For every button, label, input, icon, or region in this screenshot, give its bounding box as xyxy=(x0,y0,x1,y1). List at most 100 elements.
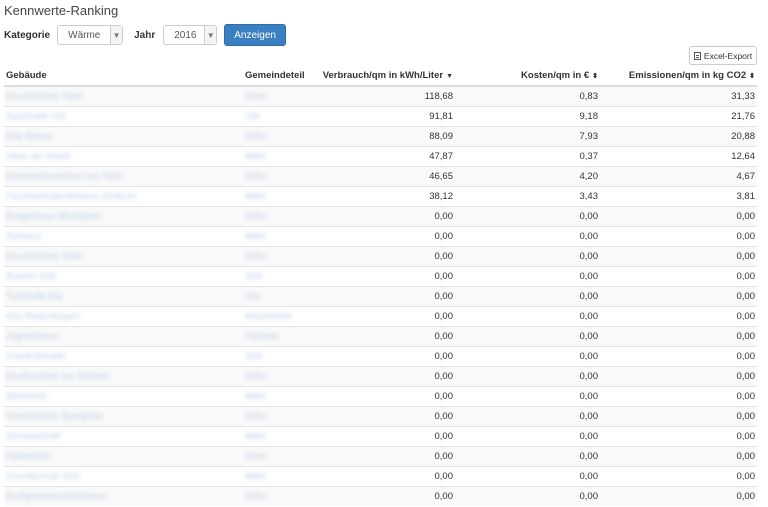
building-link[interactable]: Musikschule am Schloss xyxy=(6,371,110,382)
col-costs[interactable]: Kosten/qm in € ⬍ xyxy=(455,65,600,87)
building-link[interactable]: Haus am Markt xyxy=(6,151,70,162)
costs-value: 0,00 xyxy=(579,471,599,482)
emissions-value: 0,00 xyxy=(736,451,756,462)
cell-costs: 0,00 xyxy=(455,386,600,407)
building-link[interactable]: Bauhof Süd xyxy=(6,271,56,282)
jahr-label: Jahr xyxy=(134,29,156,41)
cell-building: Sporthalle Ost xyxy=(4,106,243,127)
district-link[interactable]: Süd xyxy=(245,351,262,362)
cell-district: Mitte xyxy=(243,206,313,227)
table-row: Feuerwehrgerätehaus Zentrum Mitte 38,12 3,4… xyxy=(4,186,757,207)
cell-emissions: 20,88 xyxy=(600,126,757,147)
cell-emissions: 0,00 xyxy=(600,426,757,447)
table-row: Haus am Markt Mitte 47,87 0,37 12,64 xyxy=(4,146,757,167)
cell-building: Gemeindezentrum am Park xyxy=(4,166,243,187)
district-link[interactable]: Mitte xyxy=(245,251,266,262)
col-building[interactable]: Gebäude xyxy=(4,65,243,87)
district-link[interactable]: Mitte xyxy=(245,471,266,482)
cell-consumption: 118,68 xyxy=(313,85,455,107)
building-link[interactable]: Grundschule Süd xyxy=(6,471,79,482)
building-link[interactable]: Rathaus xyxy=(6,231,41,242)
kategorie-select[interactable]: Wärme ▼ xyxy=(57,25,124,45)
cell-building: Bürgerhaus Marktplatz xyxy=(4,206,243,227)
cell-emissions: 31,33 xyxy=(600,85,757,107)
building-link[interactable]: Seniorentreff xyxy=(6,431,60,442)
cell-costs: 0,00 xyxy=(455,346,600,367)
filter-bar: Kategorie Wärme ▼ Jahr 2016 ▼ Anzeigen xyxy=(4,24,286,46)
table-row: Seniorentreff Mitte 0,00 0,00 0,00 xyxy=(4,426,757,447)
cell-building: Musikschule am Schloss xyxy=(4,366,243,387)
district-link[interactable]: Nord xyxy=(245,91,266,102)
building-link[interactable]: Friedhofshalle xyxy=(6,351,66,362)
col-emissions[interactable]: Emissionen/qm in kg CO2 ⬍ xyxy=(600,65,757,87)
district-link[interactable]: Feldrain xyxy=(245,331,279,342)
district-link[interactable]: Mitte xyxy=(245,371,266,382)
consumption-value: 46,65 xyxy=(429,171,453,182)
emissions-value: 31,33 xyxy=(731,91,755,102)
table-row: Grundschule Süd Mitte 0,00 0,00 0,00 xyxy=(4,466,757,487)
district-link[interactable]: Mitte xyxy=(245,431,266,442)
cell-costs: 0,00 xyxy=(455,466,600,487)
district-link[interactable]: Mitte xyxy=(245,391,266,402)
cell-emissions: 0,00 xyxy=(600,286,757,307)
district-link[interactable]: Mitte xyxy=(245,231,266,242)
building-link[interactable]: Turnhalle Ost xyxy=(6,291,63,302)
costs-value: 0,00 xyxy=(579,271,599,282)
excel-export-button[interactable]: Excel-Export xyxy=(689,46,757,65)
jahr-select[interactable]: 2016 ▼ xyxy=(163,25,218,45)
table-row: Kita Sonne Mitte 88,09 7,93 20,88 xyxy=(4,126,757,147)
district-link[interactable]: Nord xyxy=(245,451,266,462)
sort-icon: ⬍ xyxy=(592,72,598,80)
building-link[interactable]: Grundschule Mitte xyxy=(6,251,83,262)
cell-district: Mitte xyxy=(243,166,313,187)
district-link[interactable]: Mitte xyxy=(245,131,266,142)
col-consumption[interactable]: Verbrauch/qm in kWh/Liter ▼ xyxy=(313,65,455,87)
district-link[interactable]: Mitte xyxy=(245,211,266,222)
cell-building: Turnhalle Ost xyxy=(4,286,243,307)
cell-consumption: 0,00 xyxy=(313,206,455,227)
district-link[interactable]: Mitte xyxy=(245,191,266,202)
cell-costs: 4,20 xyxy=(455,166,600,187)
cell-consumption: 0,00 xyxy=(313,386,455,407)
emissions-value: 0,00 xyxy=(736,311,756,322)
district-link[interactable]: Mitte xyxy=(245,411,266,422)
cell-emissions: 3,81 xyxy=(600,186,757,207)
building-link[interactable]: Feuerwehrgerätehaus Zentrum xyxy=(6,191,137,202)
costs-value: 0,00 xyxy=(579,291,599,302)
cell-district: Feldrain xyxy=(243,326,313,347)
cell-emissions: 0,00 xyxy=(600,366,757,387)
building-link[interactable]: Jugendhaus xyxy=(6,331,58,342)
show-button[interactable]: Anzeigen xyxy=(224,24,286,46)
emissions-value: 4,67 xyxy=(736,171,756,182)
costs-value: 7,93 xyxy=(579,131,599,142)
district-link[interactable]: Westviertel xyxy=(245,311,292,322)
building-link[interactable]: Kita Sonne xyxy=(6,131,52,142)
district-link[interactable]: Mitte xyxy=(245,151,266,162)
cell-district: Mitte xyxy=(243,146,313,167)
district-link[interactable]: Mitte xyxy=(245,491,266,502)
building-link[interactable]: Vereinsheim Sportplatz xyxy=(6,411,104,422)
district-link[interactable]: Ost xyxy=(245,291,260,302)
cell-emissions: 21,76 xyxy=(600,106,757,127)
emissions-value: 0,00 xyxy=(736,231,756,242)
table-row: Hallenbad Nord 0,00 0,00 0,00 xyxy=(4,446,757,467)
consumption-value: 0,00 xyxy=(434,251,454,262)
building-link[interactable]: Dorfgemeinschaftshaus xyxy=(6,491,106,502)
consumption-value: 91,81 xyxy=(429,111,453,122)
col-district[interactable]: Gemeindeteil xyxy=(243,65,313,87)
costs-value: 0,37 xyxy=(579,151,599,162)
building-link[interactable]: Grundschule Nord xyxy=(6,91,83,102)
table-header-row: Gebäude Gemeindeteil Verbrauch/qm in kWh… xyxy=(4,65,757,87)
building-link[interactable]: Sporthalle Ost xyxy=(6,111,66,122)
district-link[interactable]: Mitte xyxy=(245,171,266,182)
cell-costs: 0,00 xyxy=(455,426,600,447)
building-link[interactable]: Bürgerhaus Marktplatz xyxy=(6,211,102,222)
cell-costs: 0,00 xyxy=(455,486,600,506)
building-link[interactable]: Bibliothek xyxy=(6,391,47,402)
building-link[interactable]: Gemeindezentrum am Park xyxy=(6,171,122,182)
building-link[interactable]: Hallenbad xyxy=(6,451,49,462)
cell-consumption: 91,81 xyxy=(313,106,455,127)
district-link[interactable]: Süd xyxy=(245,271,262,282)
building-link[interactable]: Kita Regenbogen xyxy=(6,311,79,322)
district-link[interactable]: Ost xyxy=(245,111,260,122)
